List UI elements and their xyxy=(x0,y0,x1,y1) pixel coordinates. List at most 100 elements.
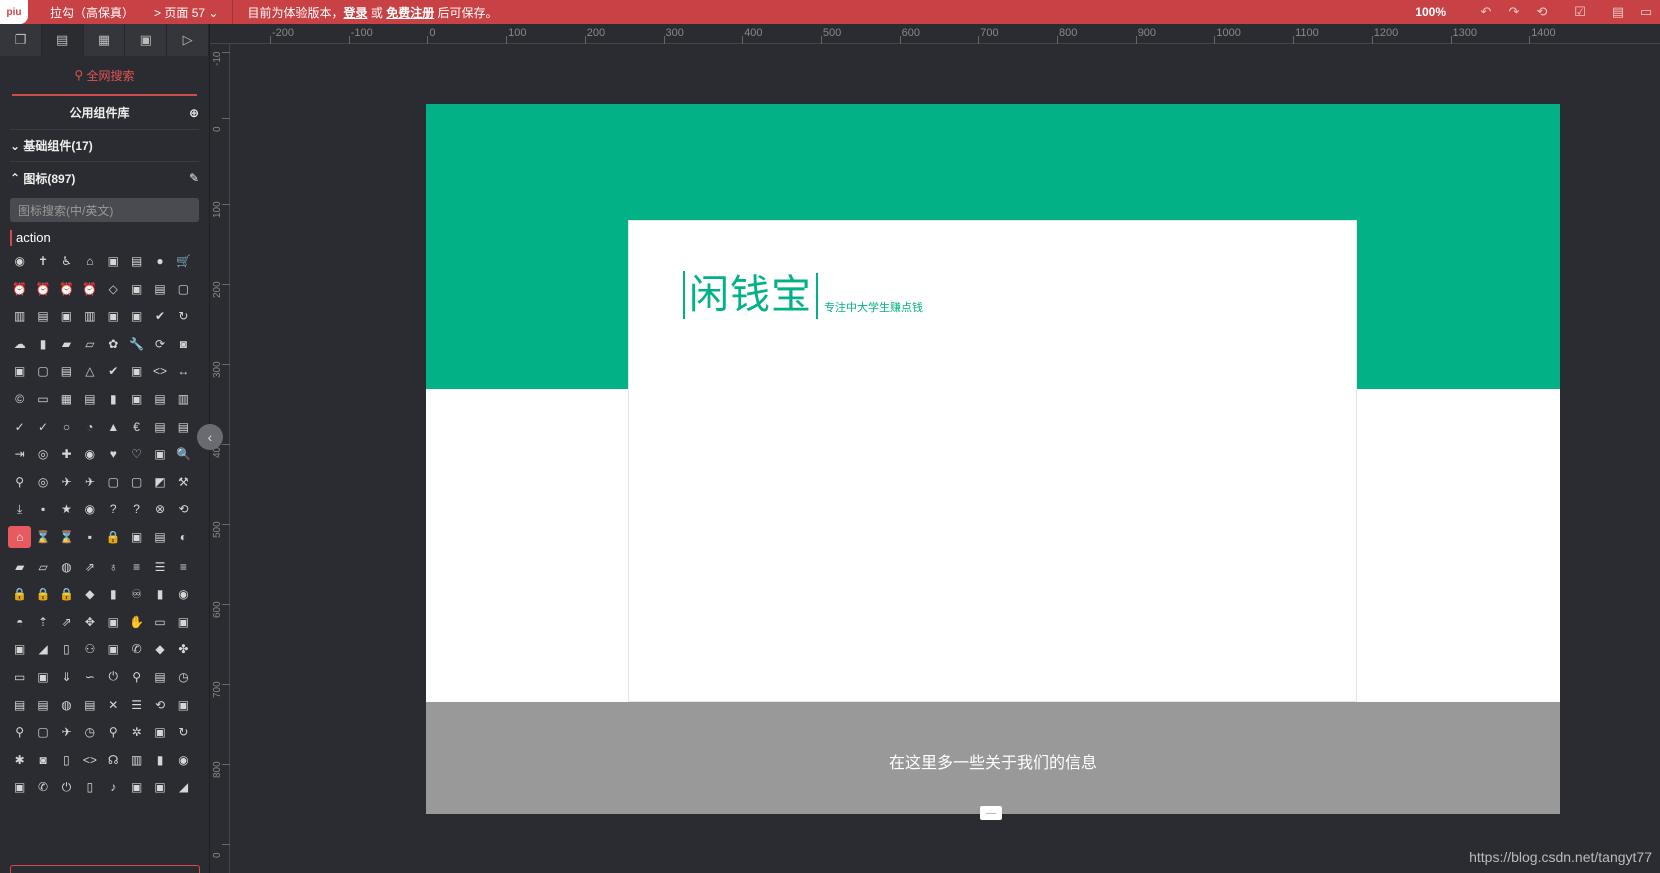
library-icon[interactable]: ▤ xyxy=(78,390,101,408)
library-icon[interactable]: <> xyxy=(78,751,101,769)
library-icon[interactable]: ✋ xyxy=(125,613,148,631)
footer-text[interactable]: 在这里多一些关于我们的信息 xyxy=(889,749,1097,773)
library-icon[interactable]: △ xyxy=(78,362,101,380)
login-link[interactable]: 登录 xyxy=(343,6,367,20)
library-icon[interactable]: ▣ xyxy=(172,613,195,631)
library-icon[interactable]: ⌂ xyxy=(78,252,101,270)
library-icon[interactable]: ▯ xyxy=(55,751,78,769)
library-icon[interactable]: ✤ xyxy=(172,640,195,658)
library-icon[interactable]: ▮ xyxy=(102,585,125,603)
library-icon[interactable]: ▱ xyxy=(78,335,101,353)
library-icon[interactable]: ♪ xyxy=(102,778,125,796)
library-icon[interactable]: ▤ xyxy=(125,252,148,270)
library-icon[interactable]: ⚲ xyxy=(102,723,125,741)
library-icon[interactable]: ▣ xyxy=(148,723,171,741)
library-icon[interactable]: ✔ xyxy=(102,362,125,380)
library-icon[interactable]: ◎ xyxy=(31,445,54,463)
library-icon[interactable]: ▣ xyxy=(102,307,125,325)
library-icon[interactable]: ♁ xyxy=(102,558,125,576)
library-icon[interactable]: ⤓ xyxy=(8,500,31,518)
library-icon[interactable]: ▥ xyxy=(125,751,148,769)
library-icon[interactable]: ▢ xyxy=(31,723,54,741)
library-icon[interactable]: ● xyxy=(148,252,171,270)
library-icon[interactable]: 🔒 xyxy=(102,528,125,546)
library-icon[interactable]: ◓ xyxy=(8,613,31,631)
library-icon[interactable]: ⇡ xyxy=(31,613,54,631)
library-icon[interactable]: ◐ xyxy=(172,528,195,546)
library-icon[interactable]: ↻ xyxy=(172,307,195,325)
library-icon[interactable]: ⏰ xyxy=(78,280,101,298)
library-icon[interactable]: ◆ xyxy=(148,640,171,658)
library-icon[interactable]: ☁ xyxy=(8,335,31,353)
icon-search-input[interactable]: 图标搜索(中/英文) xyxy=(10,198,199,222)
library-icon[interactable]: ☰ xyxy=(148,558,171,576)
public-library-row[interactable]: 公用组件库 ⊕ xyxy=(10,96,199,130)
library-icon[interactable]: ▲ xyxy=(102,418,125,436)
undo-icon[interactable]: ↶ xyxy=(1472,0,1500,24)
bottom-button[interactable] xyxy=(10,865,200,873)
library-icon[interactable]: ♥ xyxy=(102,445,125,463)
library-icon[interactable]: ⚇ xyxy=(78,640,101,658)
library-icon[interactable]: ≡ xyxy=(125,558,148,576)
brand-name[interactable]: 闲钱宝 xyxy=(683,271,812,319)
library-icon[interactable]: 🔒 xyxy=(55,585,78,603)
library-icon[interactable]: ⏻ xyxy=(102,668,125,686)
library-icon[interactable]: ◆ xyxy=(78,585,101,603)
library-icon[interactable]: ◉ xyxy=(172,751,195,769)
library-icon[interactable]: ◉ xyxy=(78,445,101,463)
library-icon[interactable]: ▣ xyxy=(125,528,148,546)
library-icon[interactable]: <> xyxy=(148,362,171,380)
library-icon[interactable]: ▣ xyxy=(8,640,31,658)
library-icon[interactable]: ▰ xyxy=(55,335,78,353)
library-icon[interactable]: ⚒ xyxy=(172,473,195,491)
library-icon[interactable]: ▤ xyxy=(31,696,54,714)
library-icon[interactable]: ▥ xyxy=(8,307,31,325)
library-icon[interactable]: ▥ xyxy=(172,390,195,408)
redo-icon[interactable]: ↷ xyxy=(1500,0,1528,24)
library-icon[interactable]: ◉ xyxy=(78,500,101,518)
library-icon[interactable]: ▦ xyxy=(55,390,78,408)
library-icon[interactable]: ✚ xyxy=(55,445,78,463)
tab-images-icon[interactable]: ▦ xyxy=(84,24,126,56)
library-icon[interactable]: ⏰ xyxy=(31,280,54,298)
library-icon[interactable]: ✈ xyxy=(78,473,101,491)
library-icon[interactable]: ▥ xyxy=(78,307,101,325)
library-icon[interactable]: ▮ xyxy=(31,335,54,353)
library-icon[interactable]: ✲ xyxy=(125,723,148,741)
library-icon[interactable]: ◎ xyxy=(31,473,54,491)
library-icon[interactable]: ⊗ xyxy=(148,500,171,518)
library-icon[interactable]: ⟲ xyxy=(172,500,195,518)
library-icon[interactable]: ▣ xyxy=(102,252,125,270)
library-icon[interactable]: 🔧 xyxy=(125,335,148,353)
library-icon[interactable]: ▤ xyxy=(78,696,101,714)
library-icon[interactable]: ⟲ xyxy=(148,696,171,714)
library-icon[interactable]: ▮ xyxy=(148,751,171,769)
library-icon[interactable]: ▣ xyxy=(172,696,195,714)
library-icon[interactable]: ▤ xyxy=(55,362,78,380)
library-icon[interactable]: ▤ xyxy=(148,418,171,436)
history-icon[interactable]: ⟲ xyxy=(1528,0,1556,24)
library-icon[interactable]: ▱ xyxy=(31,558,54,576)
library-icon[interactable]: ▤ xyxy=(148,668,171,686)
register-link[interactable]: 免费注册 xyxy=(386,6,434,20)
edit-icon[interactable]: ✎ xyxy=(189,171,199,185)
library-icon[interactable]: € xyxy=(125,418,148,436)
tab-pages-icon[interactable]: ❐ xyxy=(0,24,42,56)
library-icon[interactable]: ◇ xyxy=(102,280,125,298)
library-icon[interactable]: 🔒 xyxy=(31,585,54,603)
library-icon[interactable]: ▣ xyxy=(125,778,148,796)
app-logo[interactable]: piu xyxy=(0,0,28,24)
library-icon[interactable]: ? xyxy=(102,500,125,518)
library-icon[interactable]: ▢ xyxy=(102,473,125,491)
add-circle-icon[interactable]: ⊕ xyxy=(189,106,199,120)
library-icon[interactable]: ▢ xyxy=(172,280,195,298)
library-icon[interactable]: ◔ xyxy=(78,418,101,436)
library-icon[interactable]: ? xyxy=(125,500,148,518)
library-icon[interactable]: 🔒 xyxy=(8,585,31,603)
library-icon[interactable]: ◉ xyxy=(172,585,195,603)
library-icon[interactable]: ▤ xyxy=(148,280,171,298)
library-icon[interactable]: ▤ xyxy=(31,307,54,325)
library-icon[interactable]: ▣ xyxy=(125,280,148,298)
library-icon[interactable]: ✆ xyxy=(125,640,148,658)
library-icon[interactable]: ✕ xyxy=(102,696,125,714)
